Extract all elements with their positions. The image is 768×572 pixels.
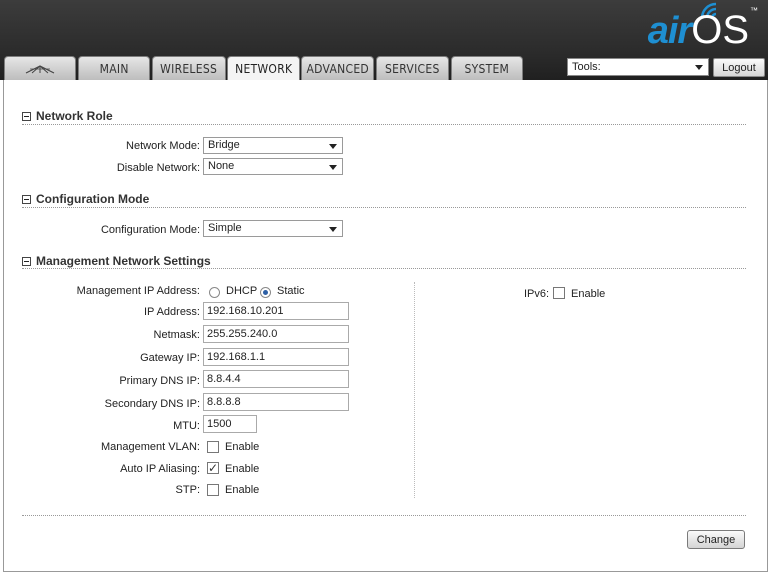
tab-wireless-label: WIRELESS [160,61,218,76]
collapse-icon[interactable] [22,256,31,266]
management-vlan-checkbox[interactable] [207,441,219,453]
static-label: Static [277,285,305,297]
ipv6-enable-label: Enable [571,288,606,300]
top-header: air OS ™ MAIN WIRELESS NETWORK ADVANCED … [0,0,768,81]
tab-main-label: MAIN [99,61,129,76]
tab-advanced[interactable]: ADVANCED [301,56,374,80]
tools-select-value: Tools: [572,61,601,73]
disable-network-label: Disable Network: [116,162,200,174]
ip-address-label: IP Address: [143,306,200,318]
tab-ubiquiti-logo[interactable] [4,56,76,80]
collapse-icon[interactable] [22,111,31,121]
management-vlan-label: Management VLAN: [100,441,200,453]
stp-enable-label: Enable [225,484,260,496]
auto-ip-aliasing-enable-label: Enable [225,463,260,475]
section-configuration-mode[interactable]: Configuration Mode [22,192,149,206]
gateway-ip-input[interactable]: 192.168.1.1 [203,348,349,366]
section-title: Management Network Settings [36,254,211,268]
tab-system[interactable]: SYSTEM [451,56,523,80]
chevron-down-icon [329,165,337,170]
netmask-label: Netmask: [153,329,200,341]
ipv6-checkbox[interactable] [553,287,565,299]
logo-trademark: ™ [750,6,758,15]
network-mode-value: Bridge [208,139,240,151]
tab-services-label: SERVICES [385,61,440,76]
netmask-input[interactable]: 255.255.240.0 [203,325,349,343]
configuration-mode-value: Simple [208,222,242,234]
section-network-role[interactable]: Network Role [22,109,113,123]
collapse-icon[interactable] [22,194,31,204]
secondary-dns-input[interactable]: 8.8.8.8 [203,393,349,411]
tools-select[interactable]: Tools: [567,58,709,76]
disable-network-value: None [208,160,235,172]
dhcp-label: DHCP [226,285,258,297]
configuration-mode-label: Configuration Mode: [100,224,200,236]
mtu-label: MTU: [173,420,200,432]
section-title: Network Role [36,109,113,123]
tab-system-label: SYSTEM [464,61,510,76]
management-vlan-enable-label: Enable [225,441,260,453]
change-button[interactable]: Change [687,530,745,549]
primary-dns-label: Primary DNS IP: [119,375,200,387]
gateway-ip-label: Gateway IP: [140,352,200,364]
column-divider [414,282,415,498]
logout-button[interactable]: Logout [713,58,765,77]
network-mode-label: Network Mode: [126,140,200,152]
ipv6-label: IPv6: [524,288,550,300]
section-title: Configuration Mode [36,192,150,206]
logo-os: OS [691,8,749,52]
footer-divider [22,515,746,516]
airos-logo: air OS ™ [648,6,758,50]
tab-network[interactable]: NETWORK [227,56,300,81]
chevron-down-icon [329,144,337,149]
chevron-down-icon [329,227,337,232]
auto-ip-aliasing-label: Auto IP Aliasing: [120,463,200,475]
tab-advanced-label: ADVANCED [306,61,369,76]
secondary-dns-label: Secondary DNS IP: [104,398,200,410]
auto-ip-aliasing-checkbox[interactable]: ✓ [207,462,219,474]
section-management-network[interactable]: Management Network Settings [22,254,211,268]
tab-services[interactable]: SERVICES [376,56,449,80]
mtu-input[interactable]: 1500 [203,415,257,433]
section-divider [22,207,746,208]
section-divider [22,124,746,125]
configuration-mode-select[interactable]: Simple [203,220,343,237]
checkmark-icon: ✓ [208,461,219,475]
stp-checkbox[interactable] [207,484,219,496]
primary-dns-input[interactable]: 8.8.4.4 [203,370,349,388]
stp-label: STP: [175,484,200,496]
network-mode-select[interactable]: Bridge [203,137,343,154]
tab-main[interactable]: MAIN [78,56,150,80]
dhcp-radio[interactable] [209,287,220,298]
section-divider [22,268,746,269]
management-ip-label: Management IP Address: [76,285,200,297]
logo-air: air [647,10,692,52]
tab-network-label: NETWORK [234,62,293,76]
network-settings-panel [3,80,768,572]
ip-address-input[interactable]: 192.168.10.201 [203,302,349,320]
static-radio[interactable] [260,287,271,298]
ubiquiti-logo-icon [25,64,55,74]
tab-wireless[interactable]: WIRELESS [152,56,226,80]
disable-network-select[interactable]: None [203,158,343,175]
chevron-down-icon [695,65,703,70]
